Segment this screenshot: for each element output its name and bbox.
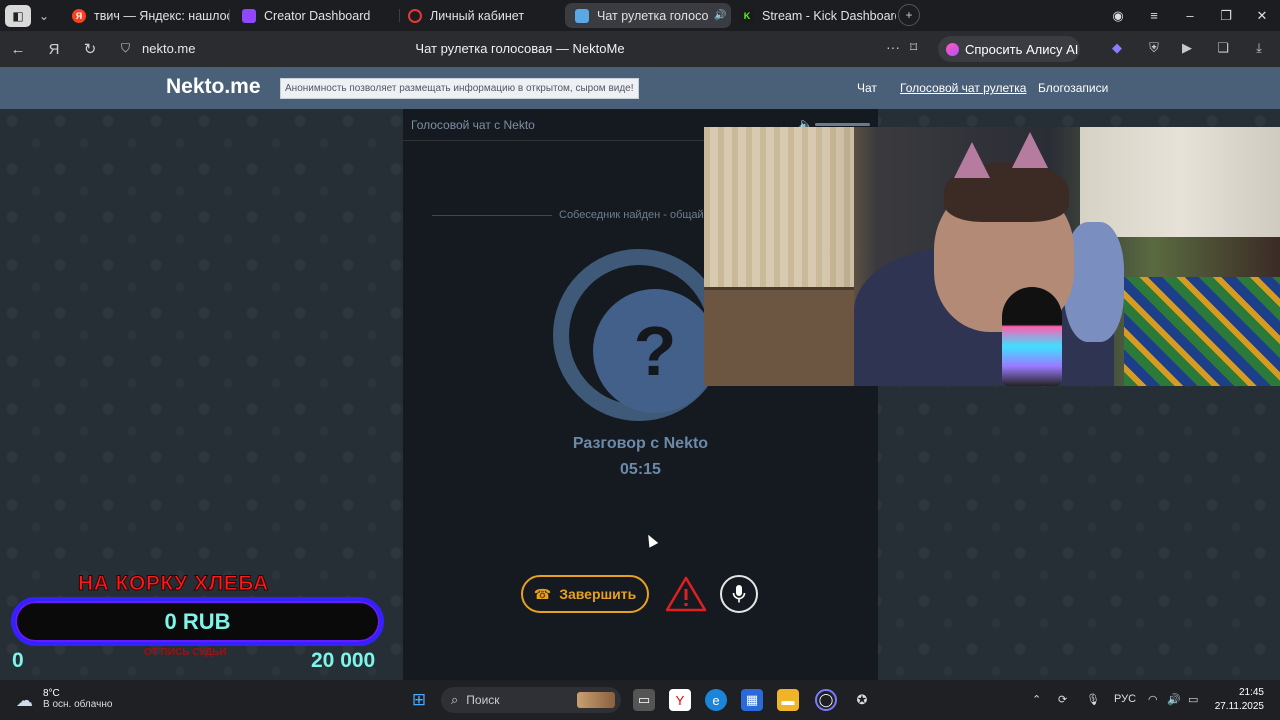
chat-header-title: Голосовой чат с Nekto — [411, 118, 535, 132]
more-options-icon[interactable]: ··· — [886, 39, 900, 55]
download-icon[interactable]: ⤓ — [1250, 40, 1268, 58]
donation-goal-subtitle: ОТ ПИСЬ СУДЬИ — [144, 647, 227, 658]
tab-nekto[interactable]: Чат рулетка голосо 🔊 ✕ — [565, 3, 731, 28]
extension-shield-icon[interactable]: ⛨ — [1145, 40, 1163, 58]
media-play-icon[interactable]: ▶ — [1178, 40, 1196, 58]
nekto-icon — [575, 8, 589, 23]
partner-avatar: ? — [553, 249, 725, 421]
tab-personal-cabinet[interactable]: Личный кабинет — [398, 3, 566, 28]
obs-icon[interactable]: ✪ — [851, 689, 873, 711]
end-call-label: Завершить — [559, 586, 637, 602]
menu-icon[interactable]: ≡ — [1136, 8, 1172, 23]
kick-icon: K — [740, 8, 754, 23]
sync-icon[interactable]: ⟳ — [1058, 693, 1067, 706]
close-window-icon[interactable]: ✕ — [1244, 8, 1280, 24]
site-tagline: Анонимность позволяет размещать информац… — [280, 78, 639, 99]
new-tab-icon[interactable]: + — [898, 4, 920, 26]
report-warning-icon[interactable] — [664, 575, 708, 613]
site-header: Nekto.me Анонимность позволяет размещать… — [0, 67, 1280, 109]
search-icon: ⌕ — [451, 692, 459, 707]
clock-time: 21:45 — [1238, 687, 1264, 698]
weather-temp: 8°C — [43, 688, 60, 699]
alice-app-icon[interactable]: ◯ — [815, 689, 837, 711]
circle-icon — [408, 8, 422, 23]
tab-label: Чат рулетка голосо — [597, 8, 709, 23]
wifi-icon[interactable]: ◠ — [1148, 693, 1158, 706]
question-mark-icon: ? — [593, 289, 717, 413]
minimize-icon[interactable]: – — [1172, 8, 1208, 23]
tray-microphone-icon[interactable]: 🎙 — [1086, 693, 1100, 706]
tab-kick-dashboard[interactable]: K Stream - Kick Dashboard — [730, 3, 896, 28]
tab-label: Creator Dashboard — [264, 8, 371, 23]
volume-slider[interactable] — [815, 123, 870, 126]
ask-alice-button[interactable]: Спросить Алису AI — [938, 36, 1080, 62]
donation-goal-bar: 0 RUB — [11, 597, 384, 646]
phone-hangup-icon: ☎ — [533, 585, 552, 602]
conversation-timer: 05:15 — [620, 461, 661, 478]
partner-found-text: Собеседник найден - общай — [559, 209, 704, 221]
extension-gamepad-icon[interactable]: ◆ — [1108, 40, 1126, 58]
donation-goal-min: 0 — [12, 649, 24, 672]
tab-label: Личный кабинет — [430, 8, 525, 23]
tab-label: твич — Яндекс: нашлось — [94, 8, 230, 23]
window-controls: ◉ ≡ – ❐ ✕ — [1100, 0, 1280, 31]
edge-icon[interactable]: e — [705, 689, 727, 711]
microphone-icon — [732, 585, 746, 603]
browser-tab-bar: ◧ ⌄ Я твич — Яндекс: нашлось Creator Das… — [0, 0, 1280, 31]
alice-icon — [946, 42, 959, 56]
windows-taskbar: ☁ 8°C В осн. облачно ⊞ ⌕ Поиск ▭ Y e ▦ ▬… — [0, 680, 1280, 720]
search-highlight-icon — [577, 692, 615, 708]
conversation-title: Разговор с Nekto — [572, 435, 709, 452]
nav-chat[interactable]: Чат — [857, 81, 877, 95]
page-title: Чат рулетка голосовая — NektoMe — [415, 41, 625, 56]
weather-widget[interactable]: ☁ 8°C В осн. облачно — [16, 688, 112, 710]
sidebar-toggle-icon[interactable]: ◧ — [5, 4, 31, 27]
task-view-icon[interactable]: ▭ — [633, 689, 655, 711]
donation-goal-amount: 0 RUB — [164, 608, 231, 634]
microphone-button[interactable] — [720, 575, 758, 613]
address-bar: ← Я ↻ ⛉ nekto.me Чат рулетка голосовая —… — [0, 31, 1280, 67]
tab-creator-dashboard[interactable]: Creator Dashboard — [232, 3, 400, 28]
yandex-icon: Я — [72, 8, 86, 23]
cloudy-weather-icon: ☁ — [16, 691, 33, 710]
alice-label: Спросить Алису AI — [965, 41, 1079, 57]
yandex-browser-icon[interactable]: Y — [669, 689, 691, 711]
speaker-icon[interactable]: 🔊 — [714, 10, 726, 21]
tray-expand-icon[interactable]: ⌃ — [1032, 693, 1041, 706]
bookmark-icon[interactable]: ⌑ — [910, 39, 917, 56]
clock[interactable]: 21:45 27.11.2025 — [1214, 686, 1264, 714]
donation-goal-max: 20 000 — [311, 649, 376, 672]
battery-icon[interactable]: ▭ — [1188, 693, 1198, 706]
tab-yandex[interactable]: Я твич — Яндекс: нашлось — [62, 3, 230, 28]
search-placeholder: Поиск — [466, 693, 500, 707]
donation-goal-title: НА КОРКУ ХЛЕБА — [78, 572, 269, 596]
divider-line — [432, 215, 552, 216]
taskbar-search[interactable]: ⌕ Поиск — [441, 687, 621, 713]
twitch-icon — [242, 8, 256, 23]
volume-tray-icon[interactable]: 🔊 — [1167, 693, 1181, 706]
nav-voice-chat[interactable]: Голосовой чат рулетка — [900, 81, 1026, 95]
tab-label: Stream - Kick Dashboard — [762, 8, 896, 23]
clock-date: 27.11.2025 — [1214, 701, 1264, 712]
collections-icon[interactable]: ❏ — [1214, 40, 1232, 58]
nav-blog[interactable]: Блогозаписи — [1038, 81, 1108, 95]
end-call-button[interactable]: ☎ Завершить — [521, 575, 649, 613]
weather-desc: В осн. облачно — [43, 699, 113, 710]
language-indicator[interactable]: РУС — [1114, 693, 1136, 705]
maximize-icon[interactable]: ❐ — [1208, 8, 1244, 24]
webcam-overlay — [704, 127, 1280, 386]
store-icon[interactable]: ▦ — [741, 689, 763, 711]
tabs-menu-chevron-icon[interactable]: ⌄ — [31, 5, 57, 27]
file-explorer-icon[interactable]: ▬ — [777, 689, 799, 711]
profile-icon[interactable]: ◉ — [1100, 8, 1136, 24]
windows-start-icon[interactable]: ⊞ — [408, 689, 430, 711]
site-logo[interactable]: Nekto.me — [166, 75, 261, 99]
